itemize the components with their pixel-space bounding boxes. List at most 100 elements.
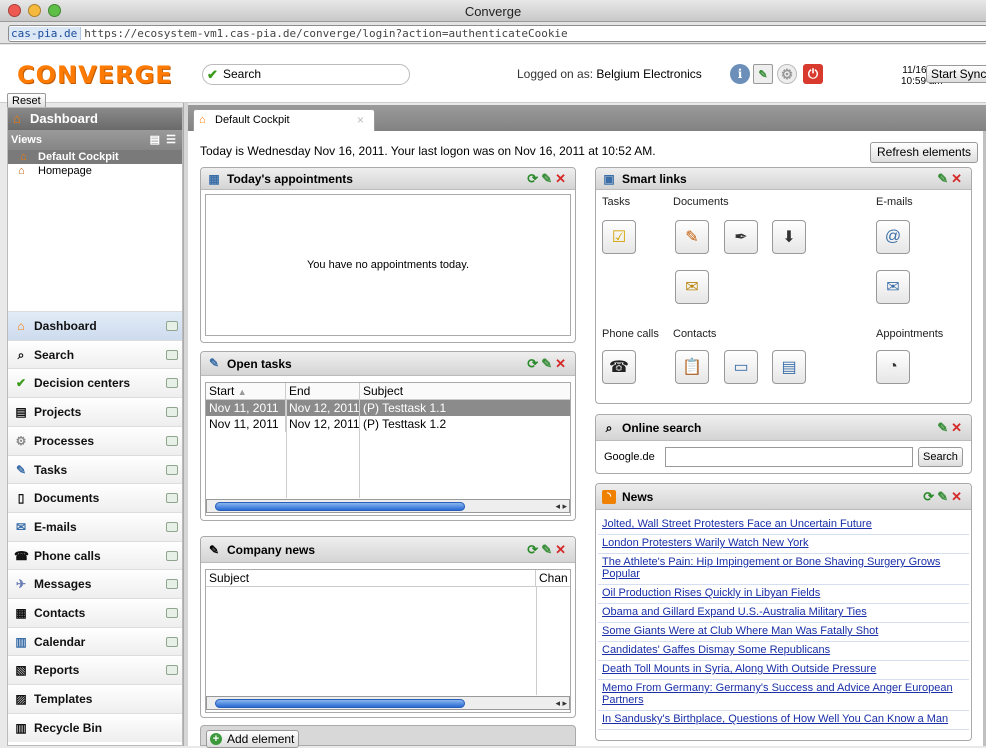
column-changed[interactable]: Chan — [536, 570, 570, 586]
settings-gear-icon[interactable]: ⚙ — [777, 64, 797, 84]
new-email-icon[interactable]: @ — [876, 220, 910, 254]
close-icon[interactable]: ✕ — [555, 171, 569, 186]
sidebar-item-templates[interactable]: ▨ Templates — [8, 684, 182, 714]
refresh-icon[interactable]: ⟳ — [923, 489, 937, 504]
clipboard-icon[interactable]: 📋 — [675, 350, 709, 384]
email-inbox-icon[interactable]: ✉ — [876, 270, 910, 304]
close-icon[interactable]: ✕ — [555, 542, 569, 557]
close-icon[interactable]: ✕ — [555, 356, 569, 371]
news-link[interactable]: The Athlete's Pain: Hip Impingement or B… — [602, 556, 964, 580]
view-item-default-cockpit[interactable]: ⌂ Default Cockpit — [8, 150, 182, 164]
document-folder-icon[interactable]: ✉ — [675, 270, 709, 304]
news-link[interactable]: London Protesters Warily Watch New York — [602, 537, 964, 549]
scroll-arrows-icon[interactable]: ◂ ▸ — [555, 500, 567, 512]
news-link[interactable]: Memo From Germany: Germany's Success and… — [602, 682, 964, 706]
edit-icon[interactable]: ✎ — [541, 171, 555, 186]
logout-power-icon[interactable]: ⏻ — [803, 64, 823, 84]
url-field[interactable]: cas-pia.de https://ecosystem-vm1.cas-pia.… — [8, 25, 986, 42]
edit-icon[interactable]: ✎ — [541, 542, 555, 557]
add-to-cockpit-icon[interactable] — [166, 550, 178, 561]
add-to-cockpit-icon[interactable] — [166, 636, 178, 647]
sidebar-item-e-mails[interactable]: ✉ E-mails — [8, 511, 182, 541]
sidebar-item-decision-centers[interactable]: ✔ Decision centers — [8, 368, 182, 398]
appointment-clock-icon[interactable]: ◔ — [876, 350, 910, 384]
news-pin-icon: ✎ — [208, 543, 220, 557]
sidebar-item-recycle-bin[interactable]: ▥ Recycle Bin — [8, 712, 182, 742]
edit-icon[interactable]: ✎ — [937, 489, 951, 504]
edit-icon[interactable]: ✎ — [753, 64, 773, 84]
add-to-cockpit-icon[interactable] — [166, 665, 178, 676]
news-link[interactable]: Death Toll Mounts in Syria, Along With O… — [602, 663, 964, 675]
sidebar-item-projects[interactable]: ▤ Projects — [8, 397, 182, 427]
add-to-cockpit-icon[interactable] — [166, 407, 178, 418]
online-search-title: Online search — [622, 421, 702, 435]
start-sync-button[interactable]: Start Sync — [926, 65, 986, 83]
add-to-cockpit-icon[interactable] — [166, 579, 178, 590]
tab-default-cockpit[interactable]: ⌂ Default Cockpit × — [193, 109, 375, 131]
scrollbar-thumb[interactable] — [215, 699, 465, 708]
sidebar-item-phone-calls[interactable]: ☎ Phone calls — [8, 540, 182, 570]
sidebar-item-search[interactable]: ⌕ Search — [8, 339, 182, 369]
edit-icon[interactable]: ✎ — [937, 171, 951, 186]
add-to-cockpit-icon[interactable] — [166, 321, 178, 331]
contact-card-icon[interactable]: ▭ — [724, 350, 758, 384]
horizontal-scrollbar[interactable]: ◂ ▸ — [206, 696, 570, 710]
column-end[interactable]: End — [286, 383, 360, 399]
add-to-cockpit-icon[interactable] — [166, 493, 178, 504]
news-link[interactable]: Candidates' Gaffes Dismay Some Republica… — [602, 644, 964, 656]
column-start[interactable]: Start ▲ — [206, 383, 286, 399]
sidebar-item-reports[interactable]: ▧ Reports — [8, 655, 182, 685]
close-tab-icon[interactable]: × — [357, 110, 364, 131]
refresh-elements-button[interactable]: Refresh elements — [870, 142, 979, 163]
edit-icon[interactable]: ✎ — [937, 420, 951, 435]
info-icon[interactable]: i — [730, 64, 750, 84]
new-task-icon[interactable]: ☑ — [602, 220, 636, 254]
sidebar-item-documents[interactable]: ▯ Documents — [8, 483, 182, 513]
sidebar-item-dashboard[interactable]: ⌂ Dashboard — [8, 311, 182, 340]
sidebar-item-tasks[interactable]: ✎ Tasks — [8, 454, 182, 484]
table-row[interactable]: Nov 11, 2011 Nov 12, 2011 (P) Testtask 1.1 — [206, 400, 570, 416]
add-to-cockpit-icon[interactable] — [166, 378, 178, 389]
add-to-cockpit-icon[interactable] — [166, 608, 178, 618]
document-import-icon[interactable]: ⬇ — [772, 220, 806, 254]
new-view-icon[interactable]: ▤ — [150, 130, 160, 150]
view-item-homepage[interactable]: ⌂ Homepage — [8, 164, 182, 178]
refresh-icon[interactable]: ⟳ — [527, 356, 541, 371]
news-link[interactable]: Oil Production Rises Quickly in Libyan F… — [602, 587, 964, 599]
online-search-button[interactable]: Search — [918, 447, 963, 467]
document-pin-icon[interactable]: ✒ — [724, 220, 758, 254]
global-search-input[interactable]: ✔ Search — [202, 64, 410, 85]
close-icon[interactable]: ✕ — [951, 420, 965, 435]
refresh-icon[interactable]: ⟳ — [527, 171, 541, 186]
news-link[interactable]: In Sandusky's Birthplace, Questions of H… — [602, 713, 964, 725]
edit-icon[interactable]: ✎ — [541, 356, 555, 371]
column-label: Start — [209, 384, 235, 398]
phone-call-icon[interactable]: ☎ — [602, 350, 636, 384]
sidebar-item-calendar[interactable]: ▥ Calendar — [8, 626, 182, 656]
scroll-arrows-icon[interactable]: ◂ ▸ — [555, 697, 567, 709]
cell-start: Nov 11, 2011 — [206, 416, 286, 432]
news-link[interactable]: Jolted, Wall Street Protesters Face an U… — [602, 518, 964, 530]
close-icon[interactable]: ✕ — [951, 489, 965, 504]
news-link[interactable]: Obama and Gillard Expand U.S.-Australia … — [602, 606, 964, 618]
add-to-cockpit-icon[interactable] — [166, 435, 178, 446]
sidebar-item-messages[interactable]: ✈ Messages — [8, 569, 182, 599]
sidebar-item-contacts[interactable]: ▦ Contacts — [8, 598, 182, 627]
sidebar-item-processes[interactable]: ⚙ Processes — [8, 425, 182, 455]
add-to-cockpit-icon[interactable] — [166, 349, 178, 360]
table-row[interactable]: Nov 11, 2011 Nov 12, 2011 (P) Testtask 1.2 — [206, 416, 570, 432]
new-document-icon[interactable]: ✎ — [675, 220, 709, 254]
close-icon[interactable]: ✕ — [951, 171, 965, 186]
online-search-input[interactable] — [665, 447, 913, 467]
refresh-icon[interactable]: ⟳ — [527, 542, 541, 557]
scrollbar-thumb[interactable] — [215, 502, 465, 511]
view-list-icon[interactable]: ☰ — [166, 130, 176, 150]
add-to-cockpit-icon[interactable] — [166, 464, 178, 475]
column-subject[interactable]: Subject — [206, 570, 536, 586]
fax-icon[interactable]: ▤ — [772, 350, 806, 384]
horizontal-scrollbar[interactable]: ◂ ▸ — [206, 499, 570, 513]
news-link[interactable]: Some Giants Were at Club Where Man Was F… — [602, 625, 964, 637]
column-subject[interactable]: Subject — [360, 383, 570, 399]
add-element-button[interactable]: + Add element — [206, 730, 300, 748]
add-to-cockpit-icon[interactable] — [166, 521, 178, 532]
